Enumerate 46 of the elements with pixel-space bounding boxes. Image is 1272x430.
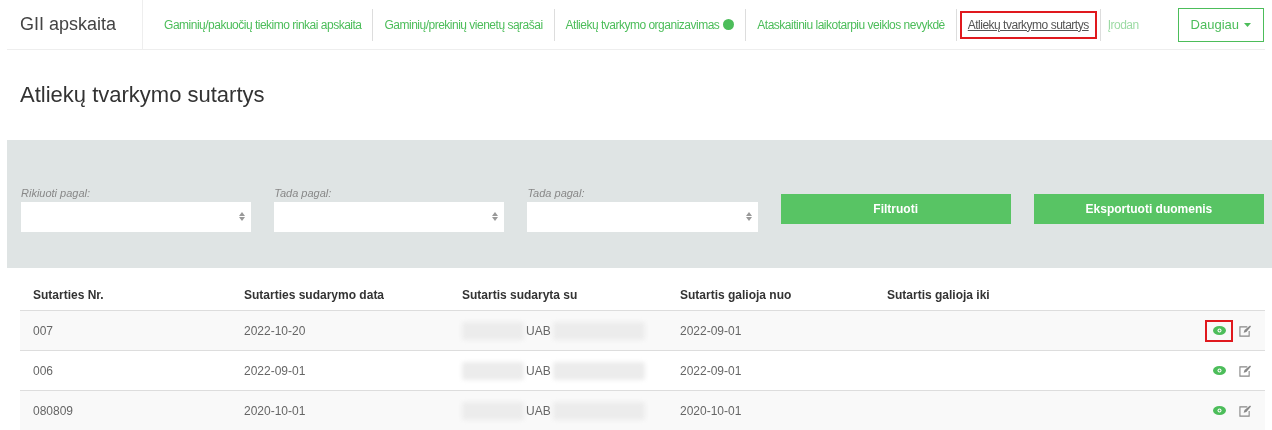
sort-arrows-icon xyxy=(239,212,246,221)
table-cell: UAB xyxy=(526,403,551,418)
nav-link[interactable]: Atliekų tvarkymo sutartys xyxy=(959,10,1097,39)
export-button[interactable]: Eksportuoti duomenis xyxy=(1033,194,1264,224)
edit-icon[interactable] xyxy=(1239,364,1251,377)
table-cell: UAB xyxy=(526,363,551,378)
nav-link[interactable]: Gaminių/prekinių vienetų sąrašai xyxy=(376,10,551,39)
eye-icon[interactable] xyxy=(1212,326,1226,335)
table-cell-text: 2022-09-01 xyxy=(680,323,743,338)
edit-icon[interactable] xyxy=(1239,404,1251,417)
sort-arrows-icon xyxy=(492,212,499,221)
select-field[interactable] xyxy=(274,201,505,232)
edit-icon[interactable] xyxy=(1239,324,1251,337)
view-button[interactable] xyxy=(1205,319,1233,342)
table-cell-text: 080809 xyxy=(33,403,75,418)
field-label: Tada pagal: xyxy=(527,186,586,199)
table-cell-text: 2022-10-20 xyxy=(244,323,307,338)
table-cell-text: 2022-09-01 xyxy=(680,363,743,378)
table-cell-text: 006 xyxy=(33,363,55,378)
nav-link[interactable]: Atliekų tvarkymo organizavimas xyxy=(557,10,743,39)
table-cell-text: 2022-09-01 xyxy=(244,363,307,378)
table-cell: UAB xyxy=(526,323,551,338)
nav-link[interactable]: Ataskaitiniu laikotarpiu veiklos nevykdė xyxy=(749,10,953,39)
filter-button[interactable]: Filtruoti xyxy=(780,194,1011,224)
select-field[interactable] xyxy=(527,201,758,232)
page-title: Atliekų tvarkymo sutartys xyxy=(20,82,266,109)
column-header: Sutartis galioja iki xyxy=(887,288,991,302)
brand-title[interactable]: GII apskaita xyxy=(7,0,144,49)
sort-arrows-icon xyxy=(745,212,752,221)
more-dropdown-button[interactable]: Daugiau xyxy=(1177,7,1264,42)
column-header: Sutartis sudaryta su xyxy=(462,288,579,302)
column-header: Sutarties Nr. xyxy=(33,288,105,302)
nav-link[interactable]: Gaminių/pakuočių tiekimo rinkai apskaita xyxy=(156,10,370,39)
table-cell-text: 007 xyxy=(33,323,55,338)
help-icon[interactable] xyxy=(723,19,735,30)
column-header: Sutartis galioja nuo xyxy=(680,288,793,302)
select-field[interactable] xyxy=(21,201,252,232)
table-cell-text: 2020-10-01 xyxy=(244,403,307,418)
table-cell-text: 2020-10-01 xyxy=(680,403,743,418)
nav-link[interactable]: Įrodan xyxy=(1103,10,1143,39)
field-label: Tada pagal: xyxy=(274,186,333,199)
eye-icon[interactable] xyxy=(1212,366,1226,375)
column-header: Sutarties sudarymo data xyxy=(244,288,386,302)
eye-icon[interactable] xyxy=(1212,406,1226,415)
field-label: Rikiuoti pagal: xyxy=(21,186,92,199)
caret-icon xyxy=(1244,22,1251,27)
